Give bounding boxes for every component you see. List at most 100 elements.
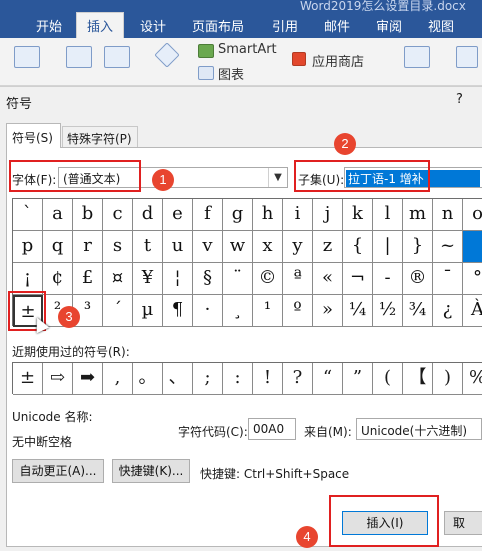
- symbol-cell[interactable]: ~: [433, 231, 463, 263]
- recent-symbol-cell[interactable]: 【: [403, 363, 433, 395]
- chart-icon[interactable]: [198, 66, 214, 80]
- symbol-cell[interactable]: ¸: [223, 295, 253, 327]
- symbol-cell[interactable]: ¬: [343, 263, 373, 295]
- symbol-cell[interactable]: ¹: [253, 295, 283, 327]
- symbol-cell[interactable]: [463, 231, 482, 263]
- symbol-cell[interactable]: k: [343, 199, 373, 231]
- symbol-cell[interactable]: r: [73, 231, 103, 263]
- ribbon-tab-view[interactable]: 视图: [428, 16, 454, 35]
- online-picture-icon[interactable]: [104, 46, 130, 68]
- symbol-cell[interactable]: u: [163, 231, 193, 263]
- symbol-cell[interactable]: n: [433, 199, 463, 231]
- recent-symbol-cell[interactable]: ,: [103, 363, 133, 395]
- symbol-cell[interactable]: j: [313, 199, 343, 231]
- subset-value[interactable]: 拉丁语-1 增补: [346, 170, 480, 187]
- char-code-input[interactable]: 00A0: [248, 418, 296, 440]
- symbol-cell[interactable]: ©: [253, 263, 283, 295]
- symbol-cell[interactable]: y: [283, 231, 313, 263]
- symbol-cell[interactable]: e: [163, 199, 193, 231]
- symbol-cell[interactable]: «: [313, 263, 343, 295]
- ribbon-tab-mailings[interactable]: 邮件: [324, 16, 350, 35]
- chart-label[interactable]: 图表: [218, 64, 244, 83]
- online-video-icon[interactable]: [404, 46, 430, 68]
- recent-symbol-cell[interactable]: ): [433, 363, 463, 395]
- picture-icon[interactable]: [66, 46, 92, 68]
- recent-symbol-cell[interactable]: ➡: [73, 363, 103, 395]
- symbol-cell[interactable]: §: [193, 263, 223, 295]
- app-store-label[interactable]: 应用商店: [312, 51, 364, 70]
- symbol-cell[interactable]: i: [283, 199, 313, 231]
- symbol-cell[interactable]: ¾: [403, 295, 433, 327]
- ribbon-tab-home[interactable]: 开始: [36, 16, 62, 35]
- symbol-cell[interactable]: q: [43, 231, 73, 263]
- symbol-cell[interactable]: ´: [103, 295, 133, 327]
- from-select[interactable]: Unicode(十六进制): [356, 418, 482, 440]
- symbol-cell[interactable]: m: [403, 199, 433, 231]
- symbol-cell[interactable]: c: [103, 199, 133, 231]
- ribbon-tab-layout[interactable]: 页面布局: [192, 16, 244, 35]
- recent-symbol-cell[interactable]: 。: [133, 363, 163, 395]
- symbol-cell[interactable]: ¤: [103, 263, 133, 295]
- recent-symbol-cell[interactable]: ”: [343, 363, 373, 395]
- autocorrect-button[interactable]: 自动更正(A)...: [12, 459, 104, 483]
- ribbon-tab-design[interactable]: 设计: [140, 16, 166, 35]
- symbol-cell[interactable]: ¡: [13, 263, 43, 295]
- symbol-cell[interactable]: »: [313, 295, 343, 327]
- symbol-cell[interactable]: ¯: [433, 263, 463, 295]
- ribbon-tab-insert[interactable]: 插入: [76, 12, 125, 38]
- recent-symbol-cell[interactable]: ?: [283, 363, 313, 395]
- symbol-cell[interactable]: ¼: [343, 295, 373, 327]
- shortcut-key-button[interactable]: 快捷键(K)...: [112, 459, 190, 483]
- symbol-cell[interactable]: ¥: [133, 263, 163, 295]
- symbol-cell[interactable]: ·: [193, 295, 223, 327]
- cancel-button[interactable]: 取: [444, 511, 482, 535]
- help-button[interactable]: ?: [456, 92, 463, 107]
- recent-symbol-cell[interactable]: ±: [13, 363, 43, 395]
- tab-special-characters[interactable]: 特殊字符(P): [62, 126, 138, 148]
- symbol-cell[interactable]: ½: [373, 295, 403, 327]
- symbol-cell[interactable]: °: [463, 263, 482, 295]
- insert-button[interactable]: 插入(I): [342, 511, 428, 535]
- symbol-cell[interactable]: £: [73, 263, 103, 295]
- shapes-icon[interactable]: [154, 42, 180, 68]
- symbol-cell[interactable]: ¦: [163, 263, 193, 295]
- symbol-cell[interactable]: }: [403, 231, 433, 263]
- ribbon-tab-review[interactable]: 审阅: [376, 16, 402, 35]
- symbol-cell[interactable]: p: [13, 231, 43, 263]
- symbol-cell[interactable]: ¶: [163, 295, 193, 327]
- symbol-cell[interactable]: t: [133, 231, 163, 263]
- symbol-cell[interactable]: ¨: [223, 263, 253, 295]
- symbol-cell[interactable]: {: [343, 231, 373, 263]
- recent-symbol-cell[interactable]: %: [463, 363, 482, 395]
- recent-symbol-cell[interactable]: ;: [193, 363, 223, 395]
- recent-symbol-cell[interactable]: ⇨: [43, 363, 73, 395]
- recent-symbol-cell[interactable]: (: [373, 363, 403, 395]
- symbol-cell[interactable]: |: [373, 231, 403, 263]
- symbol-cell[interactable]: o: [463, 199, 482, 231]
- recent-symbol-cell[interactable]: !: [253, 363, 283, 395]
- symbol-cell[interactable]: f: [193, 199, 223, 231]
- symbol-cell[interactable]: s: [103, 231, 133, 263]
- symbol-cell[interactable]: º: [283, 295, 313, 327]
- symbol-cell[interactable]: ®: [403, 263, 433, 295]
- symbol-cell[interactable]: -: [373, 263, 403, 295]
- symbol-cell[interactable]: À: [463, 295, 482, 327]
- symbol-cell[interactable]: ¢: [43, 263, 73, 295]
- symbol-cell[interactable]: ª: [283, 263, 313, 295]
- symbol-cell[interactable]: a: [43, 199, 73, 231]
- symbol-cell[interactable]: g: [223, 199, 253, 231]
- table-icon[interactable]: [14, 46, 40, 68]
- symbol-cell[interactable]: µ: [133, 295, 163, 327]
- recent-symbol-cell[interactable]: “: [313, 363, 343, 395]
- symbol-cell[interactable]: h: [253, 199, 283, 231]
- symbol-cell[interactable]: w: [223, 231, 253, 263]
- symbol-cell[interactable]: x: [253, 231, 283, 263]
- symbol-cell[interactable]: b: [73, 199, 103, 231]
- symbol-cell[interactable]: z: [313, 231, 343, 263]
- store-icon[interactable]: [292, 52, 306, 66]
- link-icon[interactable]: [456, 46, 478, 68]
- recent-symbol-cell[interactable]: 、: [163, 363, 193, 395]
- symbol-cell[interactable]: l: [373, 199, 403, 231]
- symbol-cell[interactable]: d: [133, 199, 163, 231]
- symbol-cell[interactable]: ¿: [433, 295, 463, 327]
